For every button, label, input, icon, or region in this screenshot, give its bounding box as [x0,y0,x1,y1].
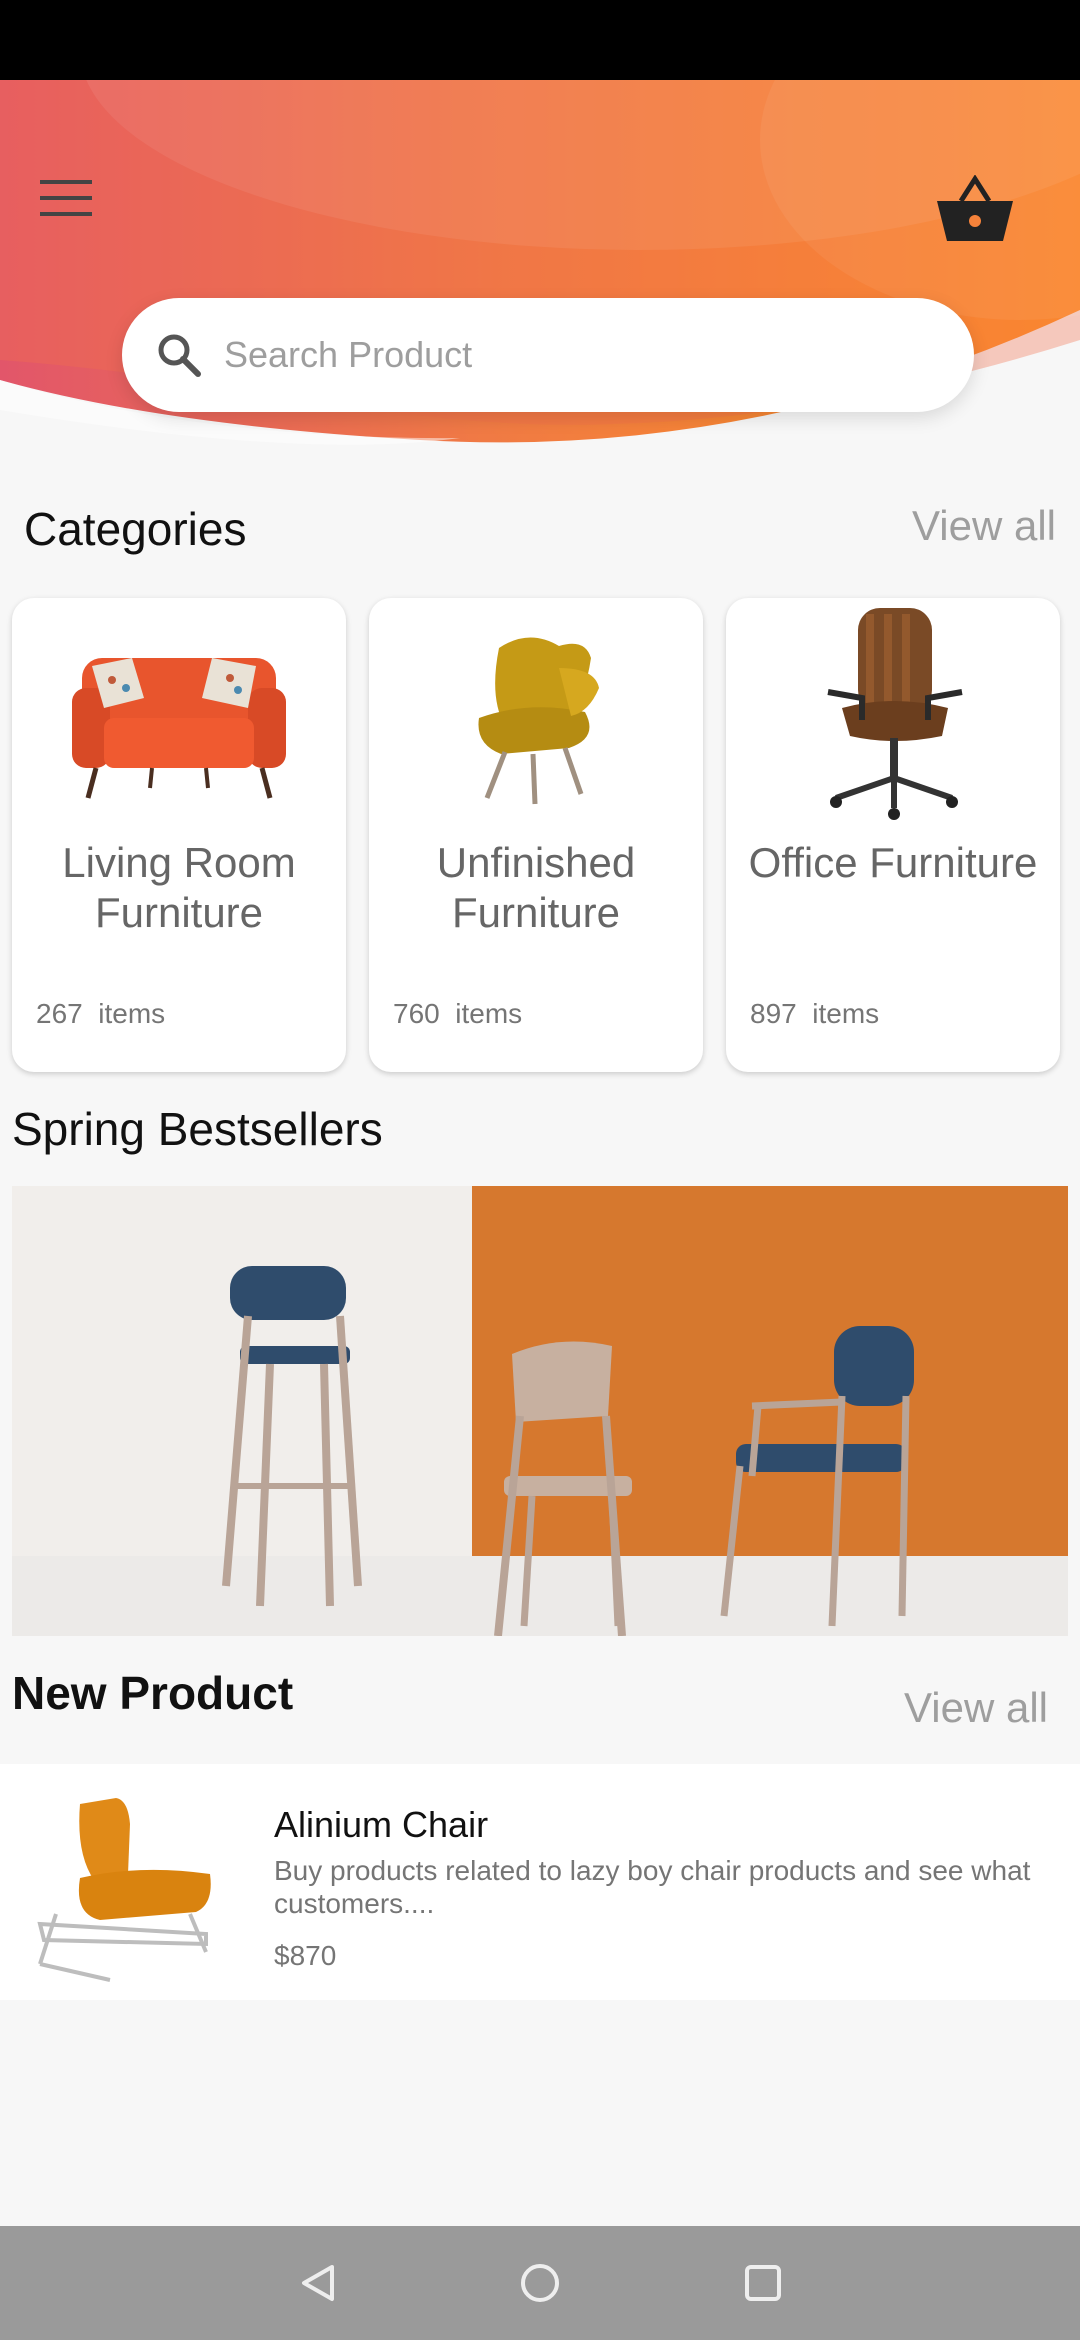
back-button[interactable] [283,2248,353,2318]
sofa-image [72,658,286,799]
category-count-unit: items [812,998,880,1029]
category-count-value: 897 [750,998,797,1029]
categories-view-all-link[interactable]: View all [912,502,1056,550]
category-count-unit: items [455,998,523,1029]
office-chair-image [827,608,963,820]
category-count-unit: items [98,998,166,1029]
recents-icon [745,2265,781,2301]
category-name: Living Room Furniture [62,839,296,936]
back-icon [302,2265,334,2301]
category-name: Office Furniture [748,839,1038,886]
navigation-bar [0,2226,1080,2340]
hamburger-menu-icon [40,180,92,216]
status-bar [0,0,1080,80]
search-bar[interactable] [122,298,974,412]
new-product-view-all-link[interactable]: View all [904,1684,1048,1732]
bestsellers-banner-image [12,1186,1068,1636]
search-input[interactable] [224,334,904,376]
lounge-chair-image [478,637,599,805]
bestsellers-title: Spring Bestsellers [12,1103,383,1155]
category-count-value: 267 [36,998,83,1029]
categories-title: Categories [24,503,247,555]
recents-button[interactable] [728,2248,798,2318]
home-icon [521,2264,559,2302]
product-chair-image [37,1798,211,1982]
new-product-title: New Product [12,1667,294,1719]
product-price: $870 [274,1940,337,1971]
category-count: 897 items [750,998,879,1030]
category-count: 267 items [36,998,165,1030]
category-name: Unfinished Furniture [436,839,636,936]
app-screen: Categories View all Living Room Furnitur… [0,0,1080,2340]
bestsellers-banner[interactable] [12,1186,1068,1636]
cart-button[interactable] [935,175,1025,265]
category-card-unfinished[interactable]: Unfinished Furniture 760 items [369,598,703,1072]
category-count: 760 items [393,998,522,1030]
menu-button[interactable] [40,180,120,260]
category-card-office[interactable]: Office Furniture 897 items [726,598,1060,1072]
home-button[interactable] [505,2248,575,2318]
product-name: Alinium Chair [274,1804,489,1845]
product-description: Buy products related to lazy boy chair p… [274,1855,1031,1919]
shopping-basket-icon [937,175,1013,241]
search-icon [158,334,201,377]
category-card-living-room[interactable]: Living Room Furniture 267 items [12,598,346,1072]
category-count-value: 760 [393,998,440,1029]
product-list-item[interactable]: Alinium Chair Buy products related to la… [0,1764,1080,2000]
